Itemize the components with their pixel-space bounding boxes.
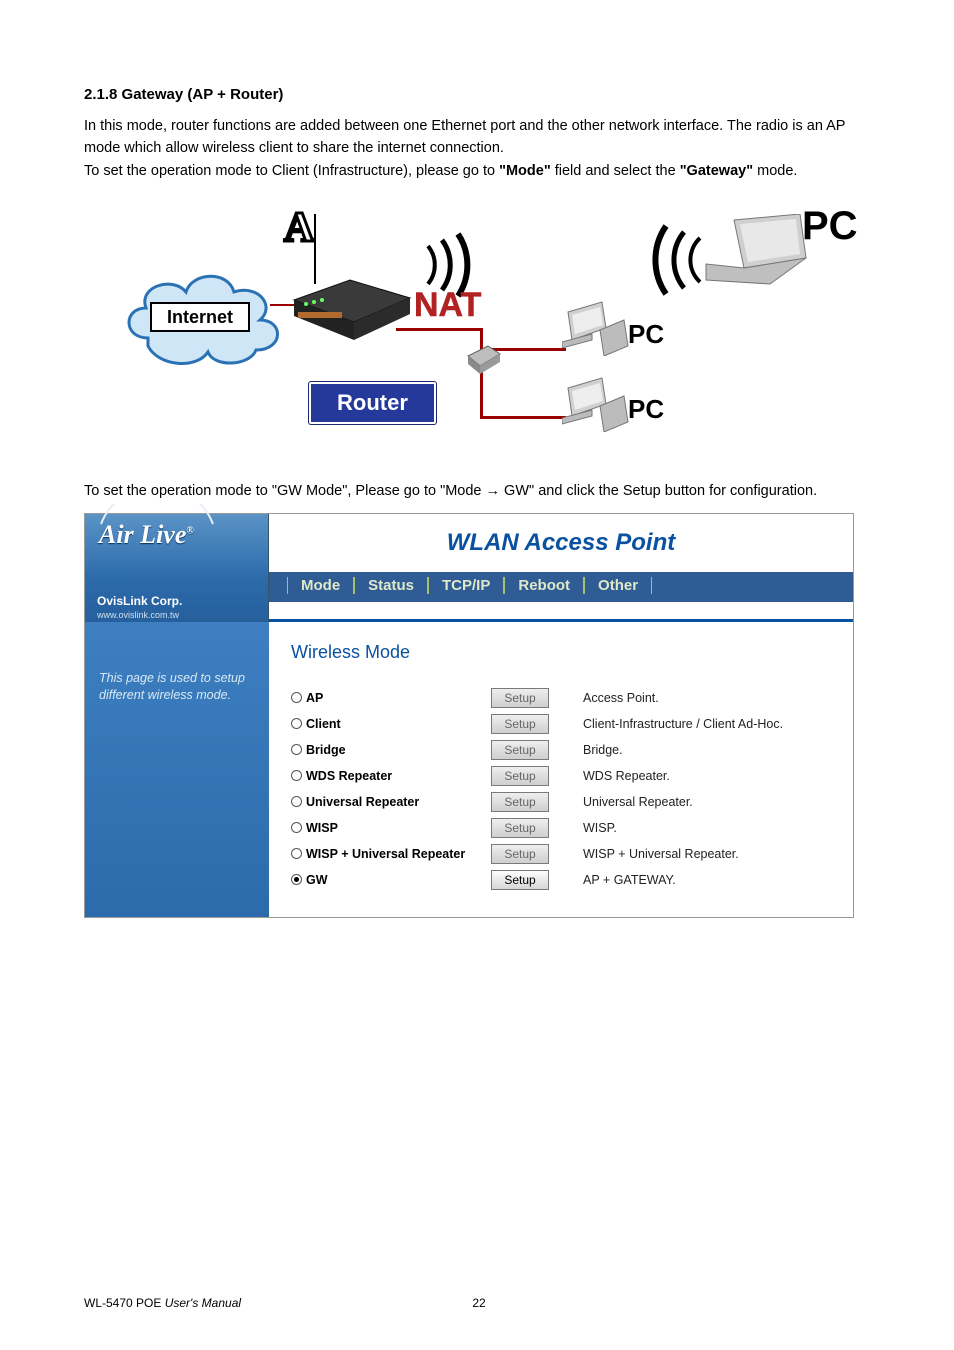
mode-radio[interactable] <box>291 744 302 755</box>
brand-corp: OvisLink Corp. <box>97 594 182 608</box>
mode-description: WDS Repeater. <box>557 763 791 789</box>
section-heading: 2.1.8 Gateway (AP + Router) <box>84 86 874 103</box>
tab-tcpip[interactable]: TCP/IP <box>428 573 504 600</box>
mode-label: WISP <box>306 821 338 835</box>
mode-description: WISP + Universal Repeater. <box>557 841 791 867</box>
desktop-pc-icon <box>562 376 634 432</box>
paragraph-3: To set the operation mode to "GW Mode", … <box>84 480 874 502</box>
setup-button[interactable]: Setup <box>491 870 549 890</box>
mode-row: WISP Setup WISP. <box>291 815 791 841</box>
pc-label: PC <box>802 204 858 249</box>
mode-row: Bridge Setup Bridge. <box>291 737 791 763</box>
mode-label: Client <box>306 717 341 731</box>
lan-line <box>396 328 482 331</box>
mode-radio[interactable] <box>291 718 302 729</box>
mode-row: GW Setup AP + GATEWAY. <box>291 867 791 893</box>
mode-label: WISP + Universal Repeater <box>306 847 465 861</box>
mode-description: WISP. <box>557 815 791 841</box>
setup-button: Setup <box>491 766 549 786</box>
mode-radio[interactable] <box>291 822 302 833</box>
mode-description: Bridge. <box>557 737 791 763</box>
setup-button: Setup <box>491 818 549 838</box>
pc-label: PC <box>628 394 664 425</box>
mode-radio[interactable] <box>291 796 302 807</box>
setup-button: Setup <box>491 714 549 734</box>
tab-status[interactable]: Status <box>354 573 428 600</box>
footer-manual: User's Manual <box>165 1296 241 1310</box>
section-title: Gateway (AP + Router) <box>122 86 284 103</box>
lan-line <box>480 416 566 419</box>
hub-icon <box>464 338 504 378</box>
mode-description: Universal Repeater. <box>557 789 791 815</box>
mode-description: AP + GATEWAY. <box>557 867 791 893</box>
brand-logo: Air Live® <box>99 520 194 550</box>
mode-description: Access Point. <box>557 685 791 711</box>
internet-label: Internet <box>150 302 250 332</box>
tab-other[interactable]: Other <box>584 573 652 600</box>
mode-label: AP <box>306 691 323 705</box>
mode-radio[interactable] <box>291 770 302 781</box>
tab-mode[interactable]: Mode <box>287 573 354 600</box>
wlan-admin-screenshot: Air Live® OvisLink Corp. www.ovislink.co… <box>84 513 854 918</box>
setup-button: Setup <box>491 844 549 864</box>
tab-reboot[interactable]: Reboot <box>504 573 584 600</box>
desktop-pc-icon <box>562 300 634 356</box>
router-icon <box>284 262 414 342</box>
mode-radio[interactable] <box>291 874 302 885</box>
wifi-arc-icon <box>97 504 217 526</box>
mode-row: Client Setup Client-Infrastructure / Clien… <box>291 711 791 737</box>
mode-row: AP Setup Access Point. <box>291 685 791 711</box>
section-title: Wireless Mode <box>291 642 831 663</box>
tab-bar: Mode Status TCP/IP Reboot Other <box>269 572 853 602</box>
pc-label: PC <box>628 319 664 350</box>
sidebar-help: This page is used to setup different wir… <box>85 622 269 917</box>
mode-label: Bridge <box>306 743 346 757</box>
mode-row: Universal Repeater Setup Universal Repeate… <box>291 789 791 815</box>
page-number: 22 <box>472 1296 485 1310</box>
setup-button: Setup <box>491 740 549 760</box>
network-diagram: Internet A NAT PC <box>114 204 844 454</box>
page-footer: WL-5470 POE User's Manual 22 <box>84 1296 874 1310</box>
mode-label: WDS Repeater <box>306 769 392 783</box>
antenna-label: A <box>284 204 314 252</box>
section-number: 2.1.8 <box>84 86 117 103</box>
page-title: WLAN Access Point <box>269 514 853 572</box>
mode-label: GW <box>306 873 328 887</box>
paragraph-1: In this mode, router functions are added… <box>84 115 874 160</box>
brand-url: www.ovislink.com.tw <box>97 610 179 620</box>
mode-row: WISP + Universal Repeater Setup WISP + Uni… <box>291 841 791 867</box>
router-label: Router <box>309 382 436 424</box>
mode-description: Client-Infrastructure / Client Ad-Hoc. <box>557 711 791 737</box>
paragraph-2: To set the operation mode to Client (Inf… <box>84 160 874 182</box>
mode-radio[interactable] <box>291 692 302 703</box>
internet-cloud: Internet <box>124 264 274 364</box>
mode-row: WDS Repeater Setup WDS Repeater. <box>291 763 791 789</box>
footer-model: WL-5470 POE <box>84 1296 161 1310</box>
wireless-mode-table: AP Setup Access Point. Client Setup Client-In… <box>291 685 791 893</box>
setup-button: Setup <box>491 688 549 708</box>
setup-button: Setup <box>491 792 549 812</box>
mode-label: Universal Repeater <box>306 795 419 809</box>
nat-label: NAT <box>414 286 481 325</box>
brand-panel: Air Live® OvisLink Corp. www.ovislink.co… <box>85 514 269 622</box>
mode-radio[interactable] <box>291 848 302 859</box>
laptop-icon <box>700 214 810 290</box>
